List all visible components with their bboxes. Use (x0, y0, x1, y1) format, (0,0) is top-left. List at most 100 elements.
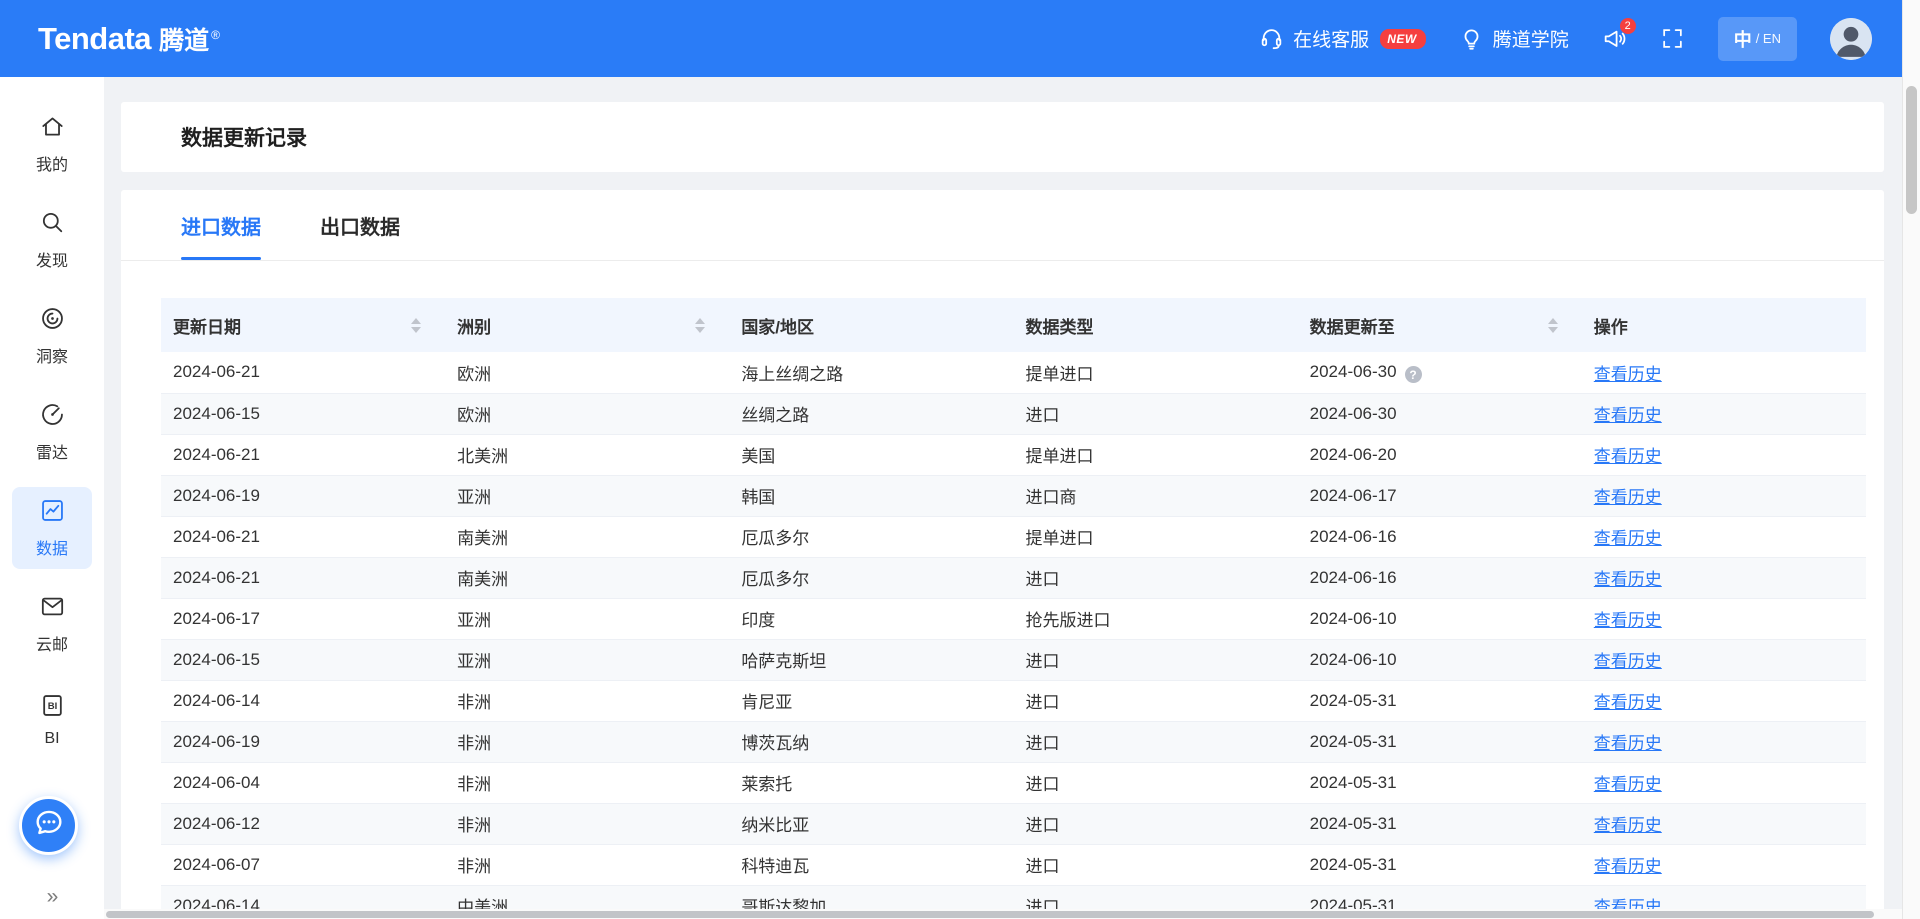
sidebar-item-雷达[interactable]: 雷达 (12, 391, 92, 473)
cell-action: 查看历史 (1582, 680, 1866, 721)
svg-text:BI: BI (47, 701, 57, 712)
caret-down-icon (695, 327, 705, 333)
cell-update-date: 2024-06-19 (161, 721, 445, 762)
announcement-button[interactable]: 2 (1602, 26, 1627, 51)
cell-updated-to: 2024-06-20 (1298, 434, 1582, 475)
cell-data-type: 进口 (1013, 639, 1297, 680)
sort-icon[interactable] (411, 318, 421, 333)
bi-icon: BI (39, 692, 66, 724)
horizontal-scrollbar-thumb[interactable] (106, 911, 1874, 918)
cell-region: 丝绸之路 (729, 393, 1013, 434)
view-history-link[interactable]: 查看历史 (1594, 734, 1662, 753)
view-history-link[interactable]: 查看历史 (1594, 775, 1662, 794)
view-history-link[interactable]: 查看历史 (1594, 529, 1662, 548)
cell-continent: 南美洲 (445, 557, 729, 598)
cell-data-type: 进口 (1013, 393, 1297, 434)
sort-icon[interactable] (695, 318, 705, 333)
cell-updated-to: 2024-06-30 (1298, 393, 1582, 434)
cell-data-type: 进口 (1013, 721, 1297, 762)
sidebar-items: 我的发现洞察雷达数据云邮 BIBI (0, 77, 104, 761)
cell-update-date: 2024-06-21 (161, 434, 445, 475)
sort-icon[interactable] (1548, 318, 1558, 333)
cell-update-date: 2024-06-19 (161, 475, 445, 516)
cell-updated-to: 2024-06-16 (1298, 557, 1582, 598)
home-icon (39, 113, 66, 145)
page-title: 数据更新记录 (181, 122, 307, 152)
view-history-link[interactable]: 查看历史 (1594, 570, 1662, 589)
help-icon[interactable]: ? (1405, 366, 1422, 383)
sidebar-item-BI[interactable]: BIBI (12, 679, 92, 761)
cell-continent: 非洲 (445, 680, 729, 721)
logo-text-cn: 腾道 (159, 21, 209, 57)
tendata-logo[interactable]: Tendata 腾道 ® (38, 21, 220, 57)
top-header: Tendata 腾道 ® 在线客服 NEW (0, 0, 1902, 77)
view-history-link[interactable]: 查看历史 (1594, 406, 1662, 425)
cell-region: 纳米比亚 (729, 803, 1013, 844)
column-header-2[interactable]: 洲别 (445, 298, 729, 352)
insight-icon (39, 305, 66, 337)
horizontal-scrollbar[interactable] (104, 909, 1902, 919)
view-history-link[interactable]: 查看历史 (1594, 693, 1662, 712)
column-label: 更新日期 (173, 313, 241, 338)
column-label: 洲别 (457, 313, 491, 338)
tab-进口数据[interactable]: 进口数据 (181, 190, 261, 260)
avatar-image (1830, 18, 1872, 60)
sidebar-item-我的[interactable]: 我的 (12, 103, 92, 185)
avatar[interactable] (1830, 18, 1872, 60)
table-row: 2024-06-14非洲肯尼亚进口2024-05-31查看历史 (161, 680, 1866, 721)
mail-icon (39, 593, 66, 625)
table-row: 2024-06-12非洲纳米比亚进口2024-05-31查看历史 (161, 803, 1866, 844)
view-history-link[interactable]: 查看历史 (1594, 652, 1662, 671)
topbar-actions: 在线客服 NEW 腾道学院 2 (1259, 17, 1872, 61)
cell-continent: 欧洲 (445, 393, 729, 434)
fullscreen-icon (1660, 26, 1685, 51)
cell-updated-to: 2024-06-16 (1298, 516, 1582, 557)
chat-bubble-icon (32, 806, 66, 845)
vertical-scrollbar-thumb[interactable] (1906, 86, 1917, 214)
sidebar-item-发现[interactable]: 发现 (12, 199, 92, 281)
radar-icon (39, 401, 66, 433)
table-row: 2024-06-19亚洲韩国进口商2024-06-17查看历史 (161, 475, 1866, 516)
cell-action: 查看历史 (1582, 844, 1866, 885)
cell-region: 肯尼亚 (729, 680, 1013, 721)
fullscreen-button[interactable] (1660, 26, 1685, 51)
table-container: 更新日期洲别国家/地区数据类型数据更新至操作 2024-06-21欧洲海上丝绸之… (121, 261, 1884, 919)
table-row: 2024-06-15欧洲丝绸之路进口2024-06-30查看历史 (161, 393, 1866, 434)
table-body: 2024-06-21欧洲海上丝绸之路提单进口2024-06-30?查看历史202… (161, 352, 1866, 919)
caret-up-icon (695, 318, 705, 324)
column-header-4: 数据类型 (1013, 298, 1297, 352)
caret-down-icon (1548, 327, 1558, 333)
tab-出口数据[interactable]: 出口数据 (320, 190, 400, 260)
academy-button[interactable]: 腾道学院 (1459, 25, 1569, 52)
column-header-1[interactable]: 更新日期 (161, 298, 445, 352)
cell-update-date: 2024-06-07 (161, 844, 445, 885)
sidebar-item-云邮[interactable]: 云邮 (12, 583, 92, 665)
view-history-link[interactable]: 查看历史 (1594, 365, 1662, 384)
sidebar-item-label: 云邮 (36, 631, 68, 655)
cell-continent: 北美洲 (445, 434, 729, 475)
language-toggle[interactable]: 中 / EN (1718, 17, 1797, 61)
view-history-link[interactable]: 查看历史 (1594, 857, 1662, 876)
language-en-label: / EN (1756, 31, 1781, 46)
online-service-label: 在线客服 (1293, 25, 1369, 52)
cell-data-type: 提单进口 (1013, 434, 1297, 475)
sidebar-collapse-button[interactable]: » (0, 885, 104, 909)
view-history-link[interactable]: 查看历史 (1594, 611, 1662, 630)
cell-continent: 非洲 (445, 803, 729, 844)
headset-icon (1259, 26, 1284, 51)
view-history-link[interactable]: 查看历史 (1594, 816, 1662, 835)
sidebar-item-label: 发现 (36, 247, 68, 271)
sidebar-item-数据[interactable]: 数据 (12, 487, 92, 569)
view-history-link[interactable]: 查看历史 (1594, 488, 1662, 507)
cell-action: 查看历史 (1582, 475, 1866, 516)
cell-action: 查看历史 (1582, 639, 1866, 680)
online-service-button[interactable]: 在线客服 NEW (1259, 25, 1426, 52)
view-history-link[interactable]: 查看历史 (1594, 447, 1662, 466)
search-icon (39, 209, 66, 241)
cell-update-date: 2024-06-21 (161, 557, 445, 598)
vertical-scrollbar[interactable] (1902, 0, 1920, 919)
chat-float-button[interactable] (19, 796, 78, 855)
column-header-5[interactable]: 数据更新至 (1298, 298, 1582, 352)
cell-data-type: 进口 (1013, 557, 1297, 598)
sidebar-item-洞察[interactable]: 洞察 (12, 295, 92, 377)
